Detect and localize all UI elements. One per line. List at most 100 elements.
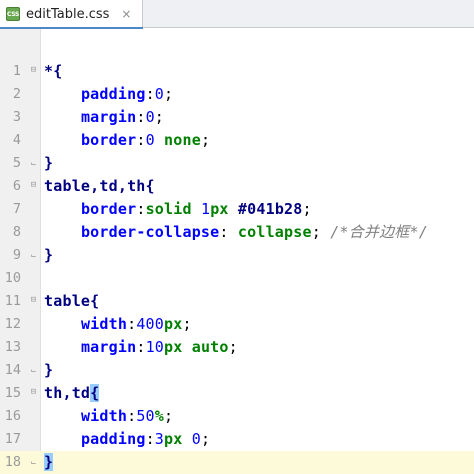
code-token: width [80, 315, 128, 333]
line-number: 7 [12, 201, 21, 217]
line-number: 8 [12, 224, 21, 240]
code-text: } [44, 451, 54, 474]
code-token: px [210, 200, 238, 218]
code-token: : [127, 407, 137, 425]
code-line[interactable]: 4 border:0 none; [0, 129, 474, 152]
code-token: ; [200, 131, 211, 149]
code-text: padding:0; [44, 83, 173, 106]
code-token: 3 [154, 430, 165, 448]
line-number: 12 [4, 316, 21, 332]
code-token: ; [164, 85, 174, 103]
code-line[interactable]: 13 margin:10px auto; [0, 336, 474, 359]
code-line[interactable]: 16 width:50%; [0, 405, 474, 428]
code-token: ; [200, 430, 211, 448]
fold-end-icon: ⌐ [30, 158, 37, 168]
code-text: border:solid 1px #041b28; [44, 198, 312, 221]
code-text: th,td{ [44, 382, 100, 405]
code-token: : [145, 85, 155, 103]
editor-tab-bar: CSS editTable.css × [0, 0, 474, 29]
code-line[interactable]: 12 width:400px; [0, 313, 474, 336]
code-line[interactable]: 3 margin:0; [0, 106, 474, 129]
line-number: 11 [4, 293, 21, 309]
code-token: collapse [237, 223, 312, 241]
code-token: ; [164, 407, 174, 425]
code-line[interactable]: 15 ⊟ th,td{ [0, 382, 474, 405]
code-text: } [44, 244, 53, 267]
line-number: 4 [12, 132, 21, 148]
line-number: 2 [12, 86, 21, 102]
code-line[interactable]: 18 ⌐} [0, 451, 474, 474]
code-token: ; [154, 108, 165, 126]
tab-filename: editTable.css [26, 6, 110, 22]
code-token: } [44, 154, 54, 172]
code-token: } [44, 361, 54, 379]
code-token: 0 [191, 430, 201, 448]
fold-collapse-icon[interactable]: ⊟ [28, 387, 39, 398]
code-token: margin [80, 108, 137, 126]
code-token: 400 [136, 315, 165, 333]
code-token: margin [80, 338, 137, 356]
code-token: padding [80, 85, 146, 103]
code-token: ; [182, 315, 192, 333]
line-number: 18 [4, 454, 21, 470]
fold-end-icon: ⌐ [30, 250, 37, 260]
code-token: : [136, 338, 146, 356]
code-token: border-collapse [80, 223, 220, 241]
fold-collapse-icon[interactable]: ⊟ [28, 295, 39, 306]
code-line[interactable]: 5 ⌐} [0, 152, 474, 175]
line-number: 17 [4, 431, 21, 447]
code-token: : [145, 430, 155, 448]
code-token: : [136, 200, 146, 218]
code-token: 0 [154, 85, 165, 103]
fold-collapse-icon[interactable]: ⊟ [28, 65, 39, 76]
code-token: 1 [200, 200, 211, 218]
code-token: *{ [44, 62, 63, 80]
fold-end-icon: ⌐ [30, 365, 37, 375]
code-token: border [80, 200, 137, 218]
code-token: } [44, 246, 54, 264]
code-line[interactable]: 9 ⌐} [0, 244, 474, 267]
code-line[interactable]: 11 ⊟ table{ [0, 290, 474, 313]
code-text: *{ [44, 60, 62, 83]
code-token: width [80, 407, 128, 425]
close-icon[interactable]: × [121, 7, 131, 21]
code-token: px auto [164, 338, 229, 356]
code-token: border [80, 131, 137, 149]
code-token: /*合并边框*/ [330, 223, 428, 241]
code-token: solid [145, 200, 201, 218]
code-token: : [219, 223, 238, 241]
code-line[interactable]: 7 border:solid 1px #041b28; [0, 198, 474, 221]
fold-end-icon: ⌐ [30, 457, 37, 467]
code-text: width:50%; [44, 405, 173, 428]
line-number: 6 [12, 178, 21, 194]
code-token: } [44, 453, 54, 471]
code-token: ; [302, 200, 312, 218]
code-line[interactable]: 14 ⌐} [0, 359, 474, 382]
code-line[interactable]: 2 padding:0; [0, 83, 474, 106]
code-line[interactable]: 8 border-collapse: collapse; /*合并边框*/ [0, 221, 474, 244]
file-tab[interactable]: CSS editTable.css × [0, 0, 143, 29]
line-number: 10 [4, 270, 21, 286]
code-token: padding [80, 430, 146, 448]
code-token: th,td [44, 384, 91, 402]
code-text: } [44, 152, 53, 175]
code-line[interactable]: 10 [0, 267, 474, 290]
line-number: 9 [12, 247, 21, 263]
code-line[interactable]: 17 padding:3px 0; [0, 428, 474, 451]
code-text: width:400px; [44, 313, 192, 336]
code-text: border-collapse: collapse; /*合并边框*/ [44, 221, 428, 244]
line-number: 14 [4, 362, 21, 378]
fold-collapse-icon[interactable]: ⊟ [28, 180, 39, 191]
code-token: 0 [145, 108, 155, 126]
code-text: margin:10px auto; [44, 336, 238, 359]
code-line[interactable]: 6 ⊟ table,td,th{ [0, 175, 474, 198]
code-text: table,td,th{ [44, 175, 155, 198]
code-line[interactable]: 1 ⊟ *{ [0, 60, 474, 83]
code-token: ; [311, 223, 331, 241]
